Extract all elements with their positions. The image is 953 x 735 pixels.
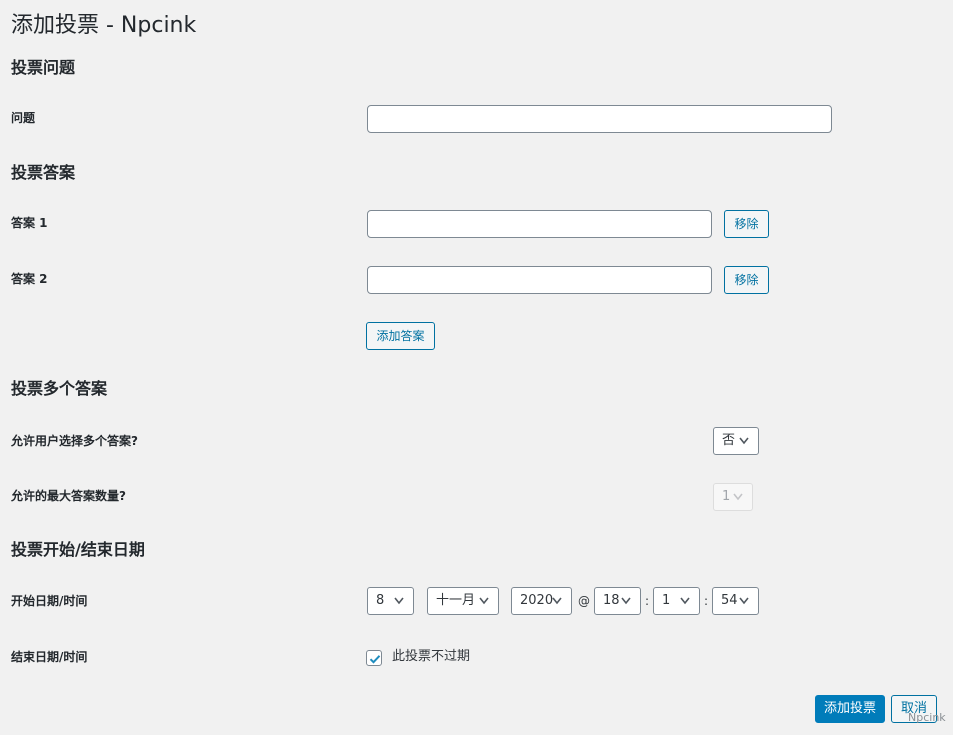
answer-1-input[interactable]: [367, 210, 712, 238]
chevron-down-icon: [739, 597, 749, 605]
chevron-down-icon: [394, 597, 404, 605]
start-day-select[interactable]: 8: [367, 587, 414, 615]
start-hour-value: 18: [603, 593, 620, 608]
start-datetime-label: 开始日期/时间: [11, 594, 88, 608]
max-answers-value: 1: [722, 489, 731, 504]
remove-answer-1-button[interactable]: 移除: [724, 210, 769, 238]
allow-multiple-select[interactable]: 否: [713, 427, 759, 455]
time-colon-2: :: [704, 594, 709, 608]
chevron-down-icon: [479, 597, 489, 605]
section-title-dates: 投票开始/结束日期: [11, 540, 145, 559]
max-answers-select: 1: [713, 483, 753, 511]
start-day-value: 8: [376, 593, 385, 608]
add-poll-button[interactable]: 添加投票: [815, 695, 885, 723]
checkmark-icon: [369, 655, 381, 664]
chevron-down-icon: [739, 437, 749, 445]
section-title-question: 投票问题: [11, 58, 76, 77]
max-answers-label: 允许的最大答案数量?: [11, 489, 126, 503]
start-minute-select[interactable]: 1: [653, 587, 700, 615]
allow-multiple-label: 允许用户选择多个答案?: [11, 434, 138, 448]
start-month-select[interactable]: 十一月: [427, 587, 499, 615]
start-second-value: 54: [721, 593, 738, 608]
page-title: 添加投票 - Npcink: [11, 13, 197, 38]
answer-2-input[interactable]: [367, 266, 712, 294]
chevron-down-icon: [552, 597, 562, 605]
end-datetime-label: 结束日期/时间: [11, 650, 88, 664]
answer-2-label: 答案 2: [11, 272, 48, 286]
time-colon-1: :: [645, 594, 650, 608]
start-second-select[interactable]: 54: [712, 587, 759, 615]
section-title-multiple: 投票多个答案: [11, 379, 108, 398]
never-expire-checkbox[interactable]: [366, 650, 382, 666]
allow-multiple-value: 否: [722, 433, 736, 448]
question-label: 问题: [11, 111, 36, 125]
never-expire-label: 此投票不过期: [392, 649, 471, 664]
add-answer-button[interactable]: 添加答案: [366, 322, 435, 350]
start-year-value: 2020: [520, 593, 554, 608]
start-month-value: 十一月: [436, 593, 476, 608]
at-separator: @: [578, 594, 590, 608]
chevron-down-icon: [680, 597, 690, 605]
start-minute-value: 1: [662, 593, 671, 608]
start-hour-select[interactable]: 18: [594, 587, 641, 615]
chevron-down-icon: [733, 493, 743, 501]
chevron-down-icon: [621, 597, 631, 605]
start-year-select[interactable]: 2020: [511, 587, 572, 615]
watermark: Npcink: [908, 711, 946, 724]
remove-answer-2-button[interactable]: 移除: [724, 266, 769, 294]
section-title-answers: 投票答案: [11, 163, 76, 182]
question-input[interactable]: [367, 105, 832, 133]
answer-1-label: 答案 1: [11, 216, 48, 230]
